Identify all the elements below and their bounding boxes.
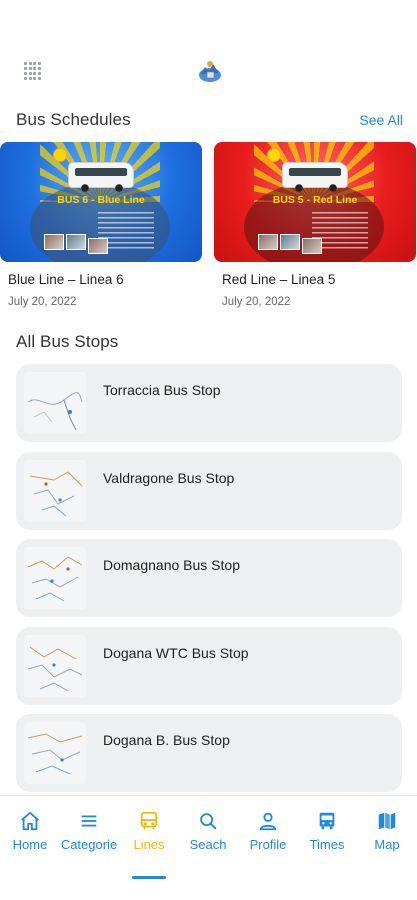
nav-times[interactable]: Times (297, 810, 357, 866)
stop-name: Dogana B. Bus Stop (103, 732, 230, 748)
bottom-navigation: Home Categorie Lines Seach Profile Times… (0, 795, 417, 900)
stops-title: All Bus Stops (16, 332, 119, 351)
list-item[interactable]: Dogana B. Bus Stop (16, 714, 402, 792)
schedule-banner: BUS 6 - Blue Line (40, 194, 162, 206)
stop-map-thumbnail (24, 459, 86, 522)
nav-label: Profile (249, 837, 287, 852)
stop-map-thumbnail (24, 722, 86, 784)
schedule-card-red[interactable]: BUS 5 - Red Line Red Line – Linea 5 July… (214, 142, 416, 308)
schedules-carousel[interactable]: BUS 6 - Blue Line Blue Line – Linea 6 Ju… (0, 142, 417, 322)
stop-name: Domagnano Bus Stop (103, 557, 240, 573)
nav-map[interactable]: Map (357, 810, 417, 866)
home-icon (21, 811, 39, 831)
nav-search[interactable]: Seach (178, 810, 238, 866)
nav-label: Map (374, 837, 400, 852)
banner-prefix: BUS 5 - (272, 194, 313, 206)
stop-map-thumbnail (24, 634, 86, 697)
schedule-title[interactable]: Red Line – Linea 5 (214, 272, 416, 287)
bus-image-icon (282, 162, 348, 192)
search-icon (200, 813, 217, 830)
schedule-date: July 20, 2022 (8, 296, 77, 308)
nav-categorie[interactable]: Categorie (59, 810, 119, 866)
nav-label: Seach (189, 837, 227, 852)
stop-name: Dogana WTC Bus Stop (103, 644, 249, 661)
schedule-card-blue[interactable]: BUS 6 - Blue Line Blue Line – Linea 6 Ju… (0, 142, 202, 308)
nav-home[interactable]: Home (0, 810, 60, 866)
nav-lines[interactable]: Lines (119, 810, 179, 866)
stop-map-thumbnail (24, 372, 86, 434)
schedule-image-blue[interactable]: BUS 6 - Blue Line (0, 142, 202, 262)
bus-front-icon (319, 812, 335, 830)
list-item[interactable]: Valdragone Bus Stop (16, 451, 402, 530)
bus-image-icon (68, 162, 134, 192)
list-item[interactable]: Torraccia Bus Stop (16, 364, 402, 442)
nav-profile[interactable]: Profile (238, 810, 298, 866)
schedules-header: Bus Schedules See All (16, 110, 403, 130)
schedule-image-red[interactable]: BUS 5 - Red Line (214, 142, 416, 262)
stop-name: Valdragone Bus Stop (103, 469, 235, 486)
list-item[interactable]: Domagnano Bus Stop (16, 539, 402, 617)
list-item[interactable]: Dogana WTC Bus Stop (16, 626, 402, 705)
bus-icon (140, 811, 158, 830)
stop-map-thumbnail (24, 547, 86, 609)
app-logo-icon (196, 58, 224, 84)
schedule-banner: BUS 5 - Red Line (254, 194, 376, 206)
see-all-link[interactable]: See All (359, 112, 403, 128)
nav-label: Home (12, 837, 48, 852)
schedule-date: July 20, 2022 (222, 296, 291, 308)
banner-prefix: BUS 6 - (57, 194, 98, 206)
easy-badge-icon (53, 148, 67, 162)
map-icon (378, 812, 396, 830)
banner-line: Red Line (312, 194, 358, 206)
list-icon (81, 815, 97, 827)
schedules-title: Bus Schedules (16, 110, 131, 129)
person-icon (259, 812, 277, 831)
easy-badge-icon (267, 148, 281, 162)
schedule-title[interactable]: Blue Line – Linea 6 (0, 272, 202, 287)
active-tab-indicator (132, 876, 166, 879)
top-bar (0, 52, 417, 92)
bus-stops-list: Torraccia Bus Stop Valdragone Bus Stop D… (16, 364, 402, 802)
banner-line: Blue Line (97, 194, 145, 206)
grid-dots-icon[interactable] (24, 62, 42, 80)
nav-label: Times (309, 837, 345, 852)
nav-label: Lines (133, 837, 165, 852)
stop-name: Torraccia Bus Stop (103, 382, 221, 398)
nav-label: Categorie (60, 837, 118, 852)
stops-header: All Bus Stops (16, 332, 403, 352)
